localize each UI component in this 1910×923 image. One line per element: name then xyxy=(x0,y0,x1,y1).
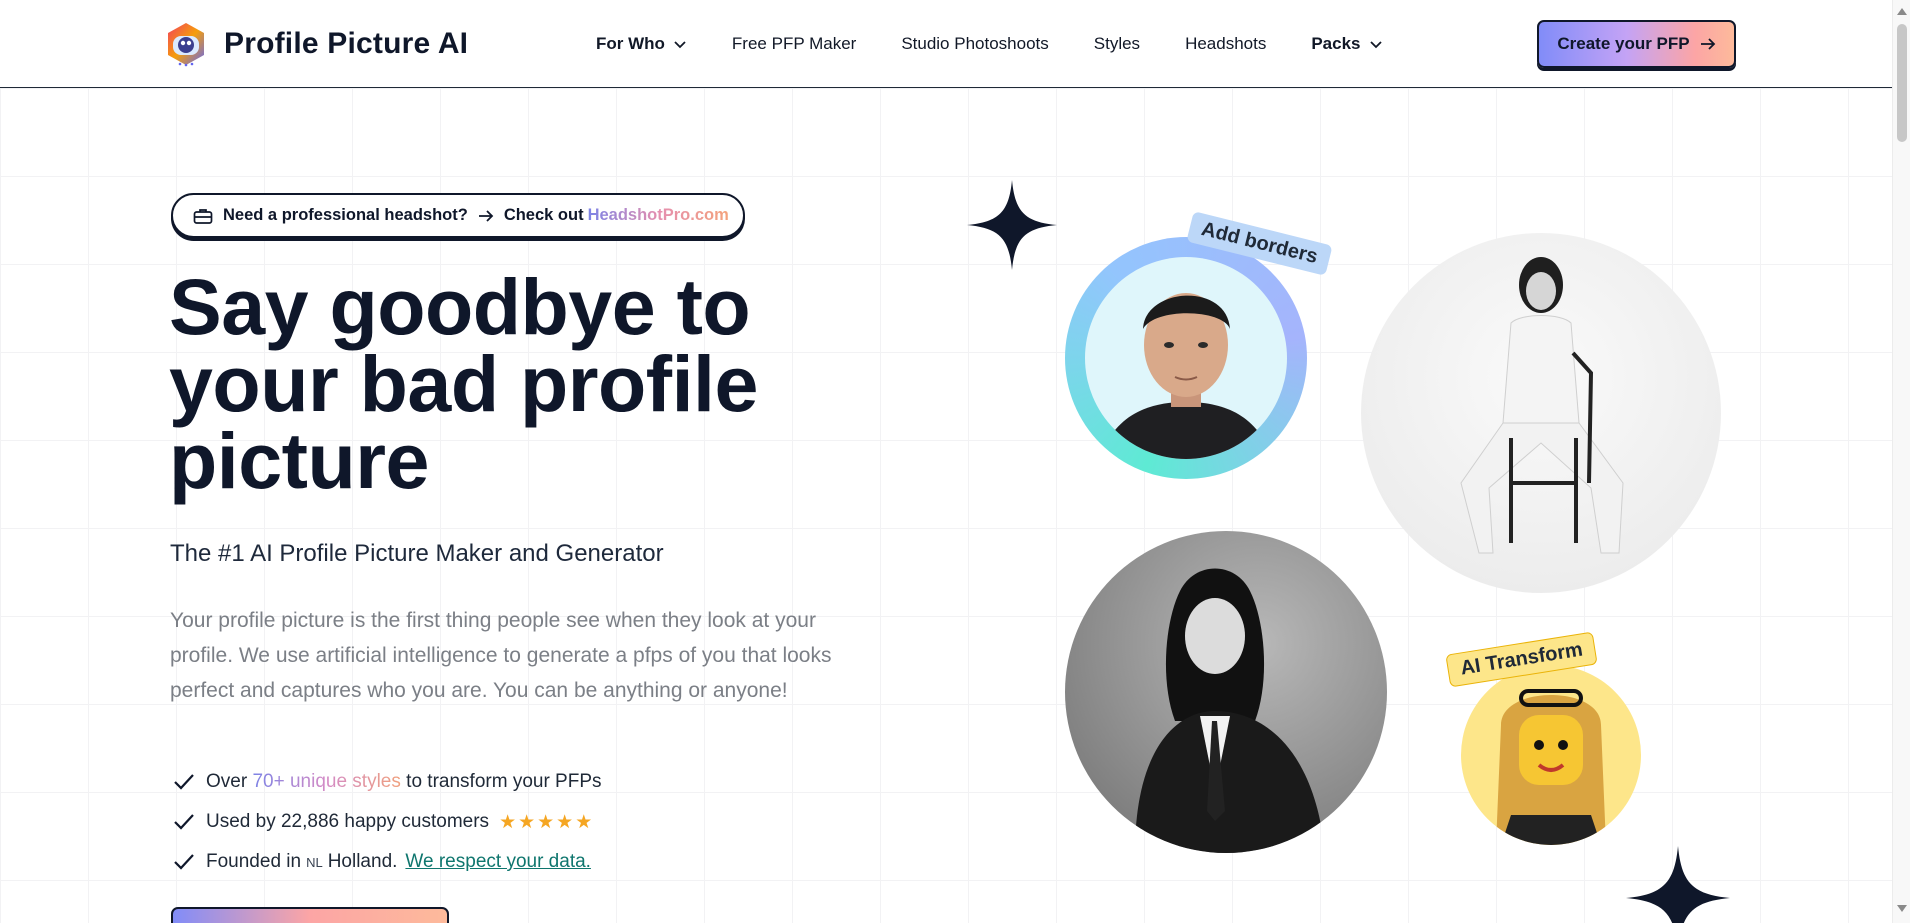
checkmark-icon xyxy=(174,854,194,870)
checkmark-icon xyxy=(174,814,194,830)
chevron-down-icon xyxy=(1369,41,1382,49)
promo-question: Need a professional headshot? xyxy=(223,206,468,224)
nav-free-pfp-maker[interactable]: Free PFP Maker xyxy=(732,34,856,54)
checkmark-icon xyxy=(174,774,194,790)
hero-cta-button[interactable] xyxy=(171,907,449,923)
logo-link[interactable]: Profile Picture AI xyxy=(162,20,468,68)
ai-transform-portrait xyxy=(1461,665,1641,845)
seated-woman-portrait xyxy=(1361,233,1721,593)
nav-styles[interactable]: Styles xyxy=(1094,34,1140,54)
feature-checklist: Over 70+ unique styles to transform your… xyxy=(172,762,602,882)
check-styles: Over 70+ unique styles to transform your… xyxy=(172,762,602,802)
scroll-down-icon[interactable] xyxy=(1897,905,1907,912)
robot-logo-icon xyxy=(168,23,204,67)
main-nav: For Who Free PFP Maker Studio Photoshoot… xyxy=(596,0,1428,88)
woman-suit-image xyxy=(1135,568,1325,853)
create-pfp-button[interactable]: Create your PFP xyxy=(1537,20,1736,68)
scroll-up-icon[interactable] xyxy=(1897,8,1907,15)
woman-chair-image xyxy=(1460,257,1624,554)
styles-prefix: Over xyxy=(206,771,248,792)
suited-woman-portrait xyxy=(1065,531,1387,853)
nav-label: Packs xyxy=(1311,34,1361,53)
chevron-down-icon xyxy=(674,41,686,49)
arrow-right-icon xyxy=(1700,38,1715,50)
nav-label: For Who xyxy=(596,34,665,53)
nav-studio-photoshoots[interactable]: Studio Photoshoots xyxy=(901,34,1048,54)
hero-description: Your profile picture is the first thing … xyxy=(170,609,832,702)
nav-label: Headshots xyxy=(1185,34,1267,53)
lego-figure-image xyxy=(1496,689,1606,845)
check-customers: Used by 22,886 happy customers ★★★★★ xyxy=(172,802,602,842)
sparkle-icon xyxy=(967,180,1057,270)
briefcase-icon xyxy=(193,208,213,224)
vertical-scrollbar[interactable] xyxy=(1892,0,1910,923)
nav-for-who[interactable]: For Who xyxy=(596,34,687,54)
nav-label: Studio Photoshoots xyxy=(901,34,1049,53)
promo-check-out: Check out xyxy=(503,206,584,224)
nav-label: Styles xyxy=(1093,34,1141,53)
brand-name: Profile Picture AI xyxy=(224,27,469,60)
headshotpro-promo-pill[interactable]: Need a professional headshot? Check out … xyxy=(171,193,745,238)
site-header: Profile Picture AI For Who Free PFP Make… xyxy=(0,0,1892,88)
promo-brand: HeadshotPro.com xyxy=(587,206,729,224)
customers-text: Used by 22,886 happy customers xyxy=(206,811,490,832)
cta-label: Create your PFP xyxy=(1557,34,1690,53)
check-founded: Founded in NL Holland. We respect your d… xyxy=(172,842,602,882)
nav-headshots[interactable]: Headshots xyxy=(1185,34,1266,54)
page: Profile Picture AI For Who Free PFP Make… xyxy=(0,0,1910,923)
styles-suffix: to transform your PFPs xyxy=(406,771,602,792)
respect-data-link[interactable]: We respect your data. xyxy=(405,851,591,873)
rating-stars: ★★★★★ xyxy=(499,811,595,833)
hero-headline: Say goodbye to your bad profile picture xyxy=(169,262,758,505)
man-portrait-image xyxy=(1085,257,1287,459)
arrow-right-icon xyxy=(478,209,494,222)
nav-packs[interactable]: Packs xyxy=(1311,34,1382,54)
nav-label: Free PFP Maker xyxy=(731,34,857,53)
founded-prefix: Founded in xyxy=(206,851,302,872)
scrollbar-thumb[interactable] xyxy=(1897,24,1907,142)
founded-country: Holland. xyxy=(327,851,398,872)
nl-flag: NL xyxy=(306,854,323,870)
styles-highlight: 70+ unique styles xyxy=(252,771,401,792)
sparkle-icon xyxy=(1626,846,1730,923)
hero-subhead: The #1 AI Profile Picture Maker and Gene… xyxy=(170,540,664,567)
bordered-portrait xyxy=(1065,237,1307,479)
